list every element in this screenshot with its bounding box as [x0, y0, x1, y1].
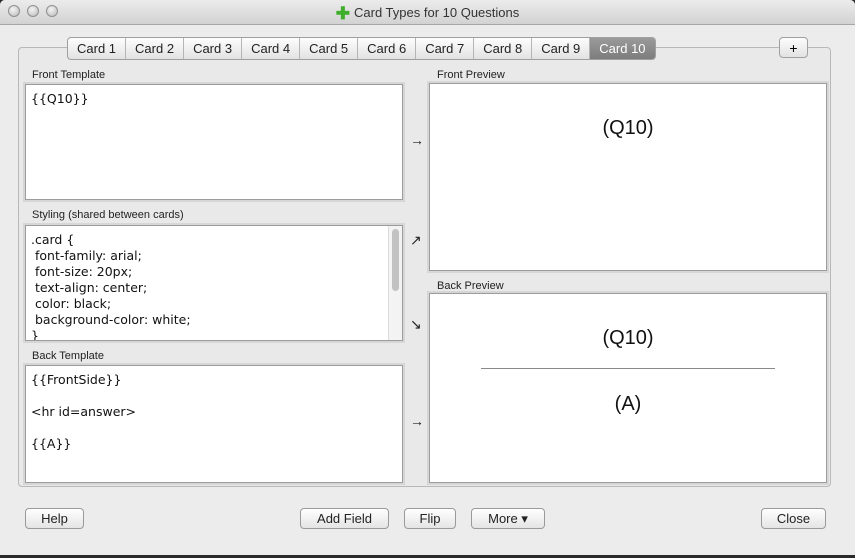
front-preview-question: (Q10)	[602, 117, 654, 139]
back-preview: (Q10) (A)	[429, 293, 827, 483]
back-preview-answer: (A)	[614, 393, 642, 415]
more-button[interactable]: More ▾	[471, 508, 545, 529]
back-template-label: Back Template	[32, 350, 104, 362]
add-field-button[interactable]: Add Field	[300, 508, 389, 529]
tab-card-10[interactable]: Card 10	[589, 38, 655, 59]
front-template-editor[interactable]: {{Q10}}	[25, 84, 403, 200]
card-tabs: Card 1 Card 2 Card 3 Card 4 Card 5 Card …	[67, 37, 656, 60]
window-title: ✚ Card Types for 10 Questions	[0, 4, 855, 23]
back-preview-question: (Q10)	[602, 327, 654, 349]
front-template-text: {{Q10}}	[31, 91, 89, 106]
styling-text: .card { font-family: arial; font-size: 2…	[31, 232, 191, 341]
styling-scroll-thumb[interactable]	[392, 229, 399, 291]
tab-card-1[interactable]: Card 1	[68, 38, 125, 59]
tab-card-4[interactable]: Card 4	[241, 38, 299, 59]
back-preview-label: Back Preview	[437, 280, 504, 292]
styling-scrollbar[interactable]	[388, 226, 402, 340]
styling-editor[interactable]: .card { font-family: arial; font-size: 2…	[25, 225, 403, 341]
tab-card-2[interactable]: Card 2	[125, 38, 183, 59]
title-bar: ✚ Card Types for 10 Questions	[0, 0, 855, 25]
anki-plus-icon: ✚	[335, 4, 350, 23]
window-title-text: Card Types for 10 Questions	[354, 5, 520, 20]
card-types-window: ✚ Card Types for 10 Questions Card 1 Card…	[0, 0, 855, 555]
tab-card-6[interactable]: Card 6	[357, 38, 415, 59]
front-template-label: Front Template	[32, 69, 106, 81]
styling-down-arrow-icon: ↘	[410, 316, 422, 332]
close-button[interactable]: Close	[761, 508, 826, 529]
help-button[interactable]: Help	[25, 508, 84, 529]
tab-card-9[interactable]: Card 9	[531, 38, 589, 59]
front-arrow-icon: →	[410, 132, 424, 148]
styling-label: Styling (shared between cards)	[32, 209, 184, 221]
front-preview-label: Front Preview	[437, 69, 505, 81]
back-template-text: {{FrontSide}} <hr id=answer> {{A}}	[31, 372, 137, 451]
back-arrow-icon: →	[410, 413, 424, 429]
front-preview: (Q10)	[429, 83, 827, 271]
tab-card-7[interactable]: Card 7	[415, 38, 473, 59]
flip-button[interactable]: Flip	[404, 508, 456, 529]
tab-card-3[interactable]: Card 3	[183, 38, 241, 59]
styling-up-arrow-icon: ↗	[410, 232, 422, 248]
tab-card-8[interactable]: Card 8	[473, 38, 531, 59]
tab-card-5[interactable]: Card 5	[299, 38, 357, 59]
answer-divider	[481, 368, 775, 369]
add-card-type-button[interactable]: +	[779, 37, 808, 58]
back-template-editor[interactable]: {{FrontSide}} <hr id=answer> {{A}}	[25, 365, 403, 483]
